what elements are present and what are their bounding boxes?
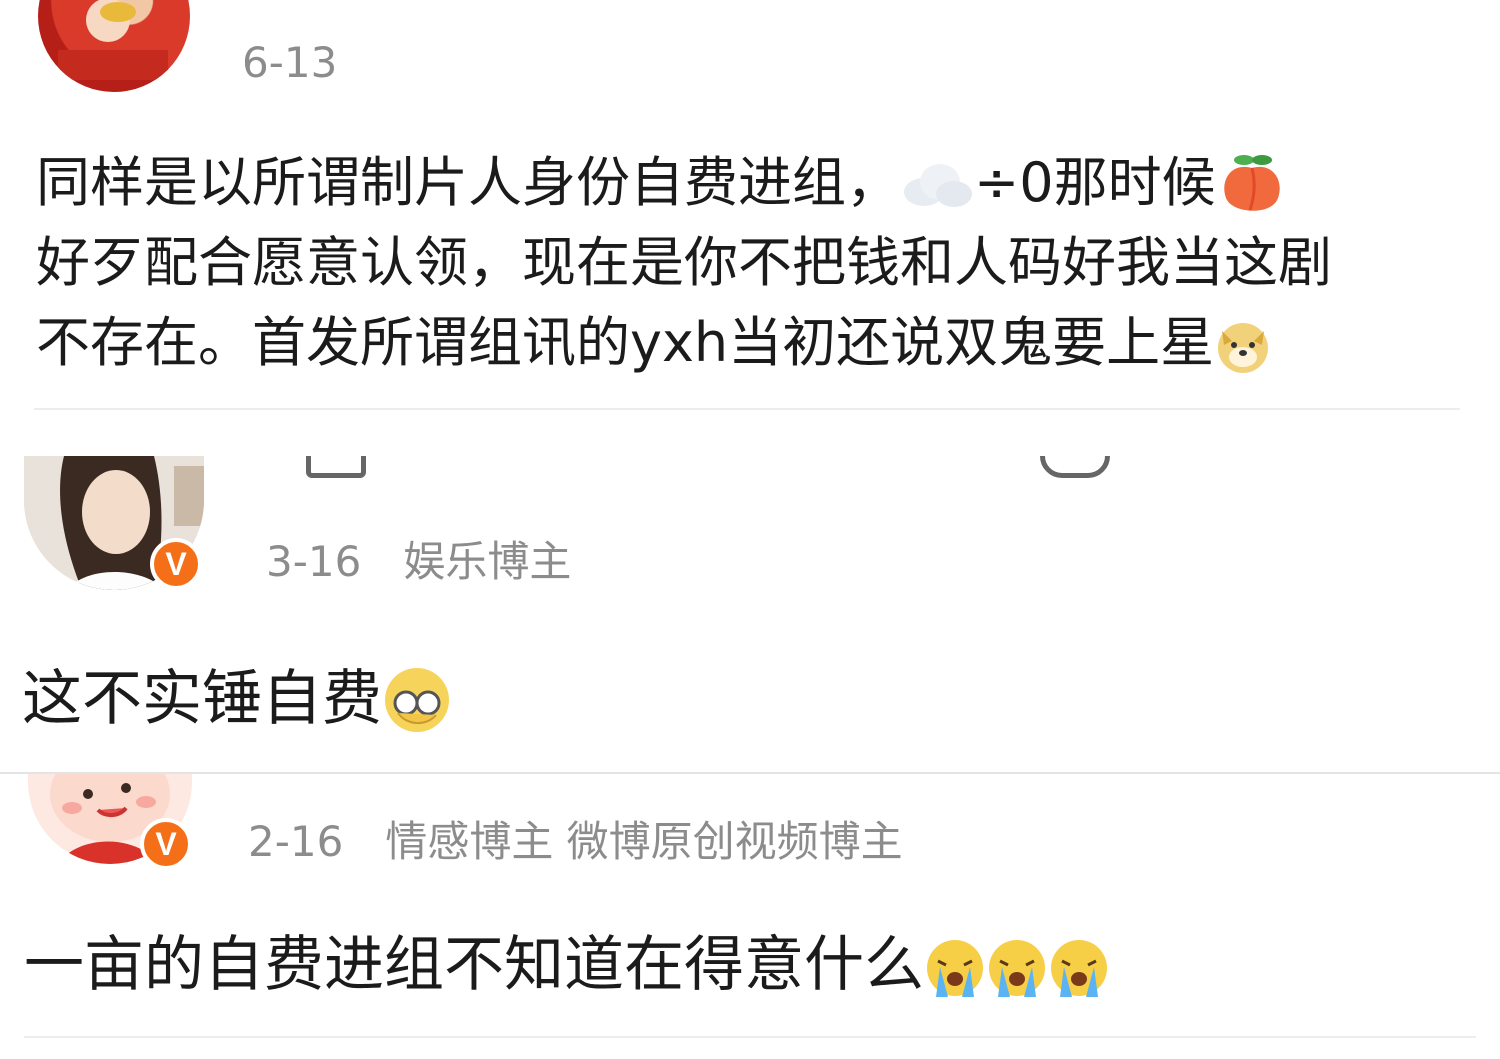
- crying-emoji: [924, 937, 986, 999]
- comment-meta: 2-16 情感博主 微博原创视频博主: [248, 808, 903, 869]
- comment-date: 6-13: [242, 38, 338, 87]
- comment-text-line-2: 好歹配合愿意认领，现在是你不把钱和人码好我当这剧: [36, 231, 1332, 294]
- avatar[interactable]: [38, 0, 190, 92]
- comment-date: 3-16: [266, 537, 362, 586]
- username-clipped[interactable]: [248, 774, 888, 782]
- comment-text-line-1: 一亩的自费进组不知道在得意什么: [24, 916, 1110, 1003]
- cloud-emoji: [900, 158, 974, 214]
- divider: [24, 1036, 1476, 1038]
- comment-item: V 2-16 情感博主 微博原创视频博主 一亩的自费进组不知道在得意什么: [0, 774, 1500, 1059]
- comment-item: 6-13 同样是以所谓制片人身份自费进组， ÷0那时候 好歹配合愿意认领，现在是…: [0, 0, 1500, 410]
- comment-item: V 3-16 娱乐博主 这不实锤自费: [0, 456, 1500, 774]
- crying-emoji: [1048, 937, 1110, 999]
- crying-emoji: [986, 937, 1048, 999]
- username-clipped[interactable]: [266, 456, 966, 486]
- verified-badge: V: [140, 818, 192, 870]
- user-tag: 情感博主 微博原创视频博主: [385, 817, 903, 866]
- comment-text-line-3: 不存在。首发所谓组讯的yxh当初还说双鬼要上星: [36, 298, 1272, 377]
- peach-emoji: [1216, 154, 1288, 218]
- like-icon[interactable]: [1040, 456, 1116, 478]
- doge-emoji: [1214, 317, 1272, 375]
- comment-text-line-1: 这不实锤自费: [22, 650, 452, 737]
- comment-text: 同样是以所谓制片人身份自费进组，: [36, 151, 900, 214]
- comment-text: 这不实锤自费: [22, 664, 382, 734]
- verified-badge: V: [150, 538, 202, 590]
- comment-meta: 3-16 娱乐博主: [266, 528, 571, 589]
- comment-text-line-1: 同样是以所谓制片人身份自费进组， ÷0那时候: [36, 138, 1288, 218]
- divider: [34, 408, 1460, 410]
- comment-text-cont: ÷0那时候: [974, 151, 1216, 214]
- comment-text: 一亩的自费进组不知道在得意什么: [24, 930, 924, 1000]
- comment-icon[interactable]: [306, 456, 370, 478]
- username-clipped[interactable]: [240, 0, 540, 10]
- comment-text: 不存在。首发所谓组讯的yxh当初还说双鬼要上星: [36, 311, 1215, 374]
- facepalm-emoji: [382, 665, 452, 735]
- comment-date: 2-16: [248, 817, 344, 866]
- user-tag: 娱乐博主: [403, 537, 572, 586]
